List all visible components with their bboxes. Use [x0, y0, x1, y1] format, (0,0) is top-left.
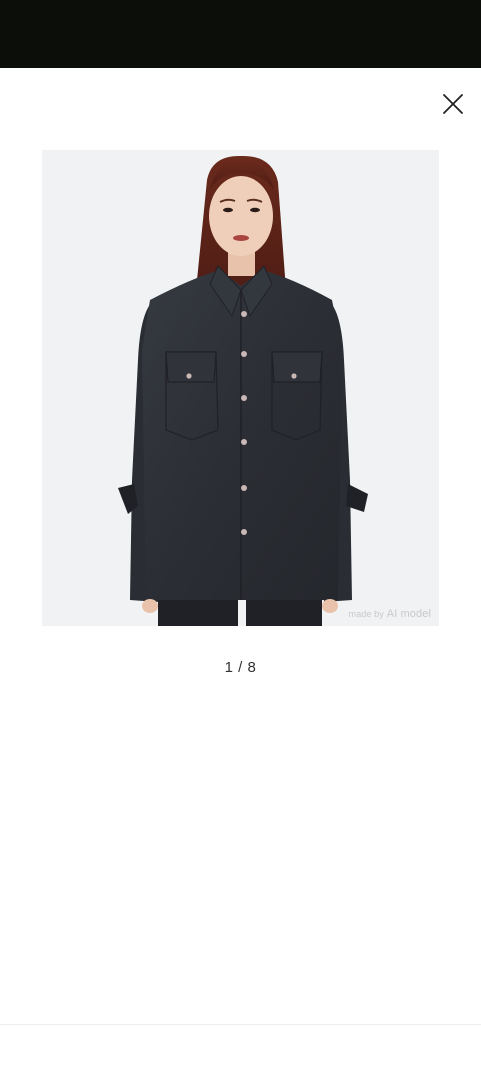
status-bar — [0, 0, 481, 68]
close-button[interactable] — [436, 87, 470, 121]
product-image[interactable]: made by AI model — [42, 150, 439, 626]
bottom-area — [0, 1025, 481, 1080]
ai-model-watermark: made by AI model — [348, 608, 431, 620]
model-photo — [118, 155, 368, 626]
close-icon — [443, 94, 463, 114]
image-pagination: 1 / 8 — [224, 659, 257, 676]
